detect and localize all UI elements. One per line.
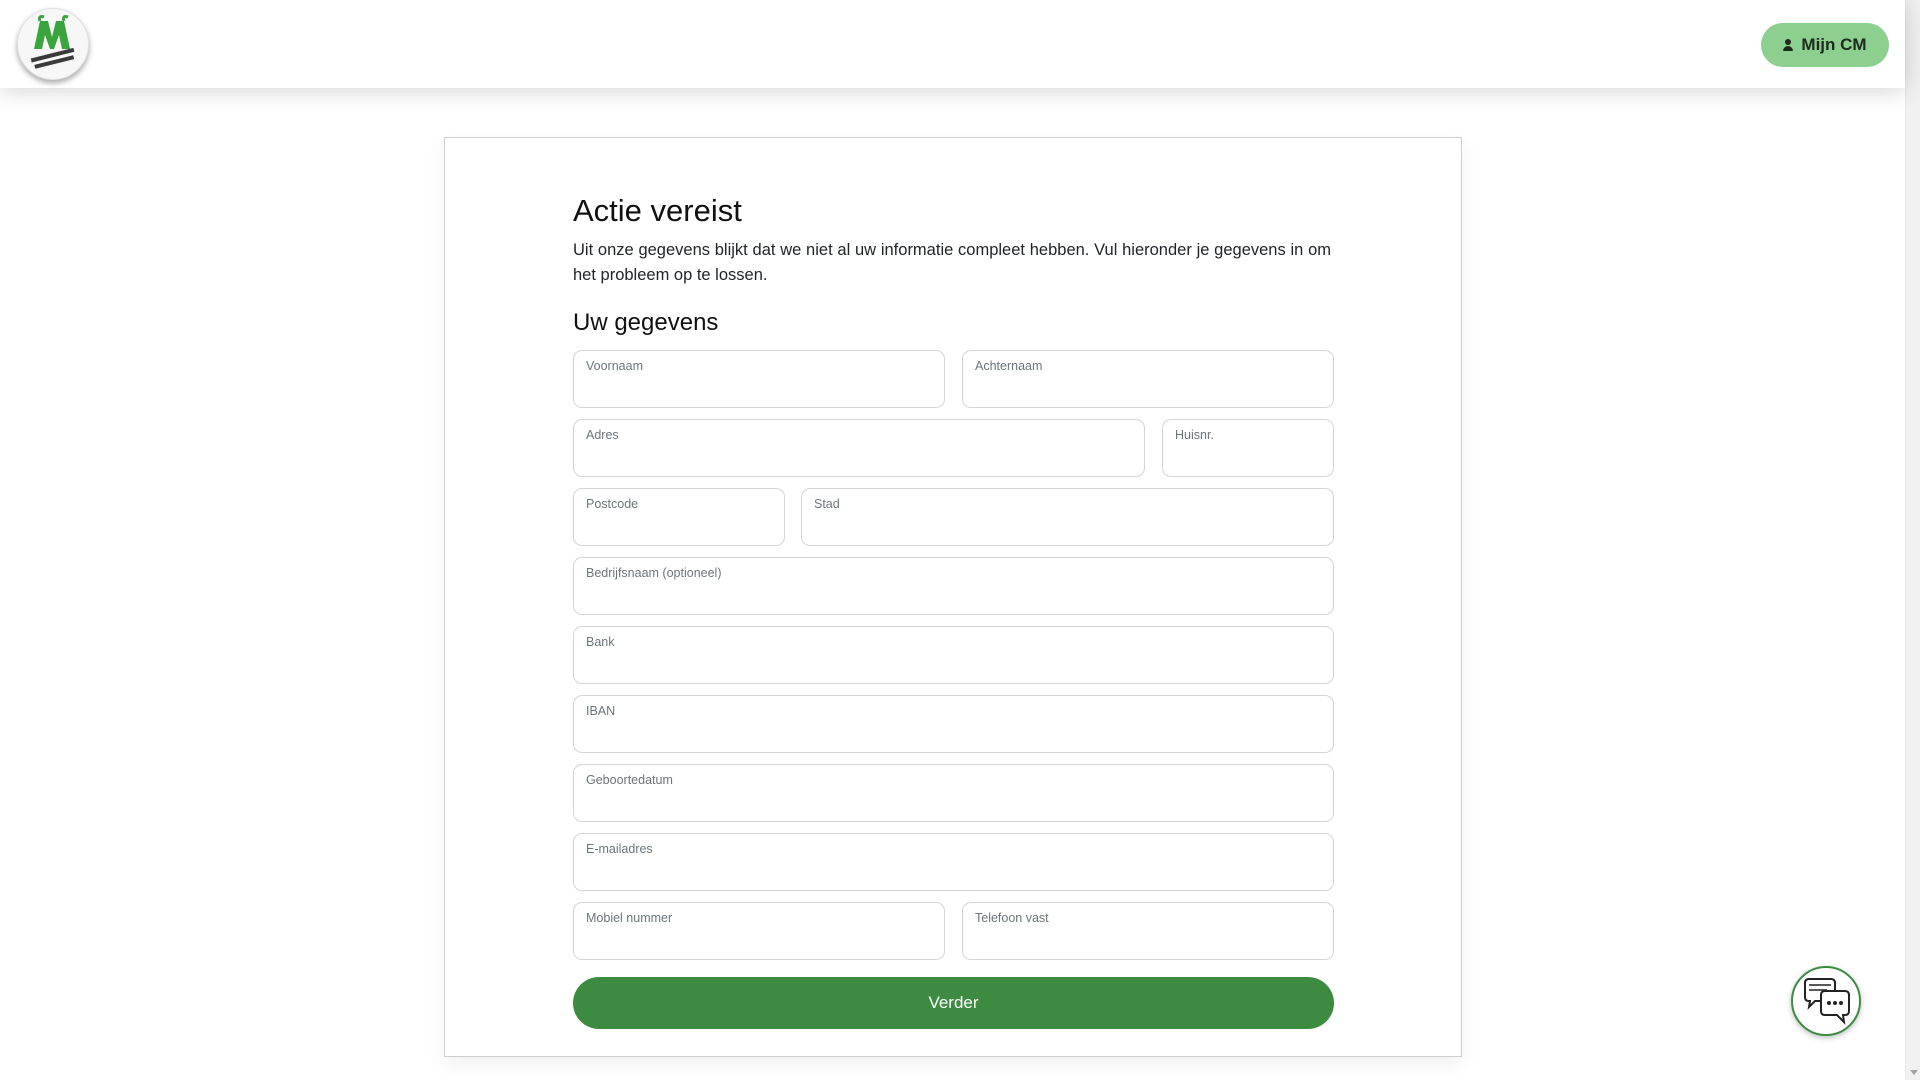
bedrijfsnaam-input[interactable] bbox=[586, 586, 1321, 608]
huisnr-input[interactable] bbox=[1175, 448, 1321, 470]
form-content: Actie vereist Uit onze gegevens blijkt d… bbox=[573, 192, 1334, 1030]
cm-logo[interactable] bbox=[17, 8, 89, 80]
adres-field[interactable]: Adres bbox=[573, 419, 1145, 477]
iban-input[interactable] bbox=[586, 724, 1321, 746]
user-icon bbox=[1783, 39, 1794, 51]
adres-label: Adres bbox=[586, 428, 619, 442]
geboortedatum-input[interactable] bbox=[586, 793, 1321, 815]
mijn-cm-label: Mijn CM bbox=[1801, 35, 1867, 54]
bedrijfsnaam-field[interactable]: Bedrijfsnaam (optioneel) bbox=[573, 557, 1334, 615]
postcode-field[interactable]: Postcode bbox=[573, 488, 785, 546]
stad-field[interactable]: Stad bbox=[801, 488, 1334, 546]
section-title: Uw gegevens bbox=[573, 309, 719, 336]
personal-details-form: Voornaam Achternaam Adres Huisnr. Postco… bbox=[573, 350, 1334, 1030]
adres-input[interactable] bbox=[586, 448, 1132, 470]
email-field[interactable]: E-mailadres bbox=[573, 833, 1334, 891]
page-title: Actie vereist bbox=[573, 193, 742, 228]
huisnr-field[interactable]: Huisnr. bbox=[1162, 419, 1334, 477]
cm-logo-icon bbox=[30, 15, 75, 69]
iban-label: IBAN bbox=[586, 704, 616, 718]
form-card: Actie vereist Uit onze gegevens blijkt d… bbox=[444, 137, 1462, 1057]
scroll-down-arrow-icon[interactable] bbox=[1910, 1070, 1918, 1075]
mijn-cm-button[interactable]: Mijn CM bbox=[1761, 23, 1889, 67]
mobiel-label: Mobiel nummer bbox=[586, 911, 673, 925]
email-input[interactable] bbox=[586, 862, 1321, 884]
mobiel-input[interactable] bbox=[586, 931, 932, 953]
telefoon-label: Telefoon vast bbox=[975, 911, 1049, 925]
verder-button[interactable]: Verder bbox=[573, 977, 1334, 1029]
postcode-input[interactable] bbox=[586, 517, 772, 539]
stad-input[interactable] bbox=[814, 517, 1321, 539]
achternaam-label: Achternaam bbox=[975, 359, 1043, 373]
achternaam-field[interactable]: Achternaam bbox=[962, 350, 1334, 408]
bedrijfsnaam-label: Bedrijfsnaam (optioneel) bbox=[586, 566, 722, 580]
site-header: Mijn CM bbox=[0, 0, 1905, 88]
telefoon-input[interactable] bbox=[975, 931, 1321, 953]
chat-button[interactable] bbox=[1791, 966, 1861, 1036]
geboortedatum-field[interactable]: Geboortedatum bbox=[573, 764, 1334, 822]
voornaam-field[interactable]: Voornaam bbox=[573, 350, 945, 408]
email-label: E-mailadres bbox=[586, 842, 653, 856]
geboortedatum-label: Geboortedatum bbox=[586, 773, 673, 787]
huisnr-label: Huisnr. bbox=[1175, 428, 1214, 442]
voornaam-input[interactable] bbox=[586, 379, 932, 401]
iban-field[interactable]: IBAN bbox=[573, 695, 1334, 753]
bank-field[interactable]: Bank bbox=[573, 626, 1334, 684]
achternaam-input[interactable] bbox=[975, 379, 1321, 401]
page-scrollbar[interactable] bbox=[1905, 0, 1920, 1080]
logo-lettering bbox=[30, 47, 75, 69]
postcode-label: Postcode bbox=[586, 497, 639, 511]
telefoon-field[interactable]: Telefoon vast bbox=[962, 902, 1334, 960]
stad-label: Stad bbox=[814, 497, 840, 511]
voornaam-label: Voornaam bbox=[586, 359, 643, 373]
bank-label: Bank bbox=[586, 635, 615, 649]
mobiel-field[interactable]: Mobiel nummer bbox=[573, 902, 945, 960]
intro-text: Uit onze gegevens blijkt dat we niet al … bbox=[573, 241, 1331, 284]
chat-bubbles-icon bbox=[1804, 978, 1850, 1025]
bank-input[interactable] bbox=[586, 655, 1321, 677]
